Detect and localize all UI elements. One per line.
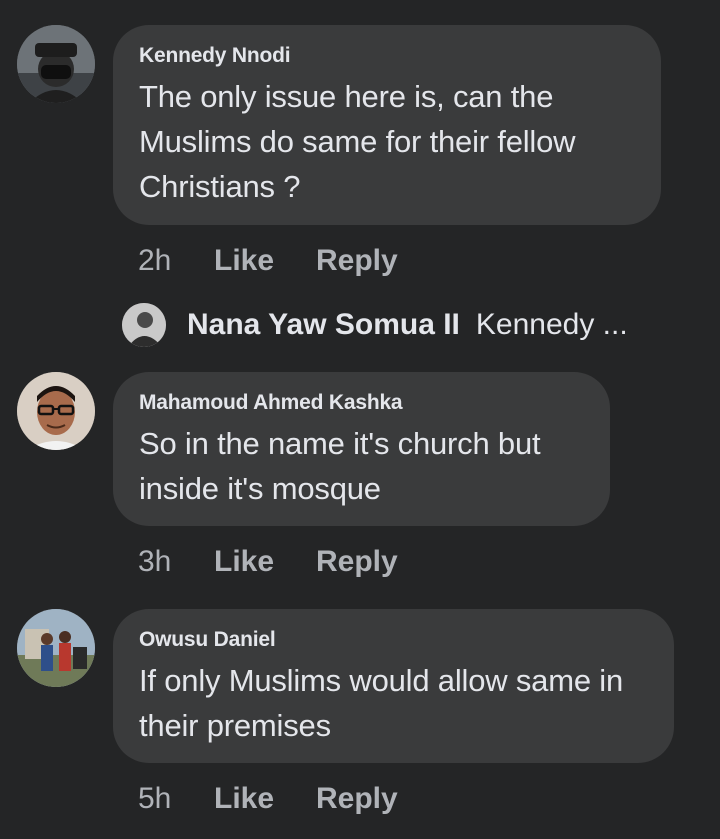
comment-actions: 5h Like Reply [138,779,398,819]
comment-timestamp[interactable]: 2h [138,244,214,278]
avatar[interactable] [122,303,166,347]
like-button[interactable]: Like [214,545,316,579]
comment-text: So in the name it's church but inside it… [139,426,541,506]
comment-bubble: Owusu Daniel If only Muslims would allow… [113,609,674,763]
like-button[interactable]: Like [214,782,316,816]
comment-text: The only issue here is, can the Muslims … [139,79,576,204]
like-button[interactable]: Like [214,244,316,278]
reply-text: Kennedy ... [475,308,628,341]
avatar[interactable] [17,372,95,450]
comment-actions: 2h Like Reply [138,241,398,281]
profile-photo-icon [17,372,95,450]
profile-photo-icon [122,303,166,347]
profile-photo-icon [17,609,95,687]
avatar[interactable] [17,25,95,103]
comment-text: If only Muslims would allow same in thei… [139,663,624,743]
comment-author[interactable]: Mahamoud Ahmed Kashka [139,389,584,417]
comment-author[interactable]: Kennedy Nnodi [139,42,635,70]
reply-button[interactable]: Reply [316,782,398,816]
reply-author[interactable]: Nana Yaw Somua II [187,308,460,342]
comment-bubble: Kennedy Nnodi The only issue here is, ca… [113,25,661,225]
profile-photo-icon [17,25,95,103]
comment-author[interactable]: Owusu Daniel [139,626,648,654]
comment-timestamp[interactable]: 3h [138,545,214,579]
comment-actions: 3h Like Reply [138,542,398,582]
comment-timestamp[interactable]: 5h [138,782,214,816]
reply-button[interactable]: Reply [316,244,398,278]
comment-bubble: Mahamoud Ahmed Kashka So in the name it'… [113,372,610,526]
reply-preview[interactable]: Nana Yaw Somua II Kennedy ... [122,302,628,348]
avatar[interactable] [17,609,95,687]
reply-button[interactable]: Reply [316,545,398,579]
